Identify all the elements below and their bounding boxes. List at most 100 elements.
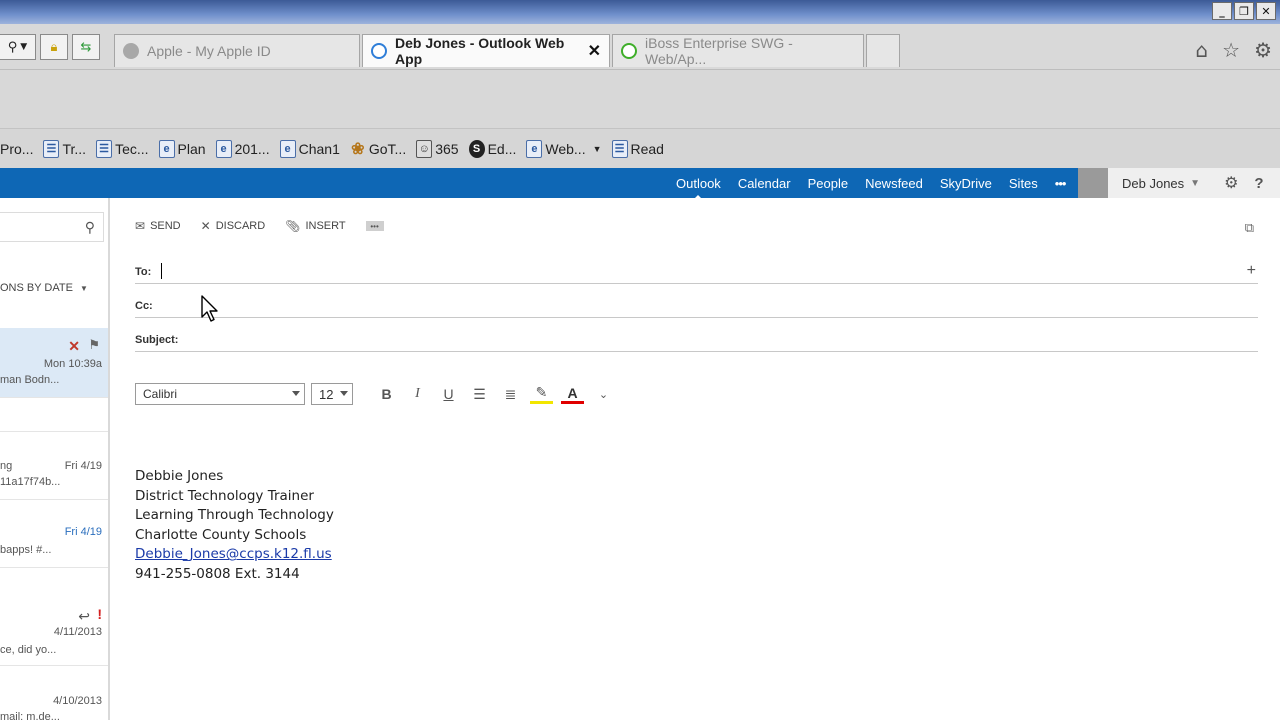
message-preview: ce, did yo...	[0, 644, 57, 656]
list-item[interactable]: ✕ ⚑ Mon 10:39a man Bodn...	[0, 328, 108, 398]
sort-dropdown[interactable]: ONS BY DATE ▼	[0, 282, 88, 294]
new-tab-button[interactable]	[866, 34, 900, 67]
search-dropdown[interactable]: ⚲ ▼	[0, 34, 36, 60]
send-label: SEND	[150, 220, 181, 232]
toolbar-band	[0, 70, 1280, 128]
list-item[interactable]: Fri 4/19 bapps! #...	[0, 500, 108, 568]
favorite-item[interactable]: ☰ Tr...	[43, 139, 86, 158]
nav-people[interactable]: People	[808, 176, 848, 191]
message-date: Fri 4/19	[64, 460, 102, 472]
home-icon[interactable]: ⌂	[1195, 38, 1208, 62]
nav-newsfeed[interactable]: Newsfeed	[865, 176, 923, 191]
lock-icon: 🔒︎	[50, 39, 58, 55]
signature-block[interactable]: Debbie Jones District Technology Trainer…	[135, 467, 334, 585]
help-icon[interactable]: ?	[1254, 175, 1263, 192]
tab-label: Deb Jones - Outlook Web App	[395, 35, 565, 67]
favorites-star-icon[interactable]: ☆	[1222, 38, 1240, 62]
signature-email-link[interactable]: Debbie_Jones@ccps.k12.fl.us	[135, 546, 332, 562]
security-lock-button[interactable]: 🔒︎	[40, 34, 68, 60]
underline-icon[interactable]: U	[437, 386, 460, 402]
font-size-select[interactable]: 12	[311, 383, 353, 405]
send-button[interactable]: ✉ SEND	[135, 219, 181, 233]
nav-sites[interactable]: Sites	[1009, 176, 1038, 191]
add-recipient-icon[interactable]: +	[1247, 262, 1256, 280]
subject-field[interactable]: Subject:	[135, 328, 1258, 352]
favorite-item[interactable]: e Plan	[158, 139, 206, 158]
favorite-item[interactable]: e Chan1	[279, 139, 340, 158]
minimize-button[interactable]: _	[1212, 2, 1232, 20]
to-label: To:	[135, 266, 152, 278]
more-apps-icon[interactable]: •••	[1055, 176, 1067, 191]
bullet-list-icon[interactable]: ☰	[468, 386, 491, 403]
user-menu[interactable]: Deb Jones ▼ ⚙ ?	[1078, 168, 1280, 198]
message-date: Fri 4/19	[64, 526, 102, 538]
chevron-down-icon: ▼	[20, 42, 28, 52]
favorite-label: 201...	[234, 140, 270, 157]
flower-icon: ❀	[351, 140, 365, 158]
favorite-label: Ed...	[487, 140, 517, 157]
font-color-icon[interactable]: A	[561, 385, 584, 404]
italic-icon[interactable]: I	[406, 386, 429, 402]
favorite-item[interactable]: Pro...	[0, 141, 33, 157]
nav-outlook[interactable]: Outlook	[676, 176, 721, 200]
more-options-icon[interactable]: •••	[365, 221, 384, 231]
favorite-item[interactable]: ❀ GoT...	[350, 140, 406, 158]
message-preview: man Bodn...	[0, 374, 60, 386]
ie-icon: e	[158, 139, 175, 158]
highlight-icon[interactable]: ✎	[530, 384, 553, 404]
close-window-button[interactable]: ✕	[1256, 2, 1276, 20]
message-list-pane: ⚲ ONS BY DATE ▼ ✕ ⚑ Mon 10:39a man Bodn.…	[0, 198, 110, 720]
favorite-item[interactable]: e 201...	[215, 139, 270, 158]
ie-icon	[371, 43, 387, 59]
numbered-list-icon[interactable]: ≣	[499, 386, 522, 403]
search-icon[interactable]: ⚲	[85, 219, 95, 236]
list-item[interactable]	[0, 398, 108, 432]
window-titlebar: _ ❐ ✕	[0, 0, 1280, 24]
expand-toolbar-icon[interactable]: ⌄	[592, 388, 615, 401]
font-select[interactable]: Calibri	[135, 383, 305, 405]
signature-title: District Technology Trainer	[135, 487, 314, 504]
list-item[interactable]: ↩ ! 4/11/2013 ce, did yo...	[0, 568, 108, 666]
favorite-item[interactable]: e Web... ▼	[526, 139, 602, 158]
message-sender: ng	[0, 460, 13, 472]
settings-gear-icon[interactable]: ⚙	[1224, 173, 1238, 193]
ie-icon: e	[526, 139, 543, 158]
browser-tab-row: ⚲ ▼ 🔒︎ ⇆ Apple - My Apple ID Deb Jones - …	[0, 24, 1280, 70]
owa-navbar: Outlook Calendar People Newsfeed SkyDriv…	[0, 168, 1280, 200]
tools-gear-icon[interactable]: ⚙	[1254, 38, 1272, 62]
address-controls: ⚲ ▼ 🔒︎ ⇆	[0, 34, 100, 60]
close-tab-icon[interactable]: ✕	[588, 41, 601, 61]
flag-icon[interactable]: ⚑	[88, 337, 100, 353]
tab-outlook[interactable]: Deb Jones - Outlook Web App ✕	[362, 34, 610, 67]
to-field[interactable]: To: +	[135, 260, 1258, 284]
restore-button[interactable]: ❐	[1234, 2, 1254, 20]
refresh-button[interactable]: ⇆	[72, 34, 100, 60]
favorite-item[interactable]: S Ed...	[468, 139, 517, 158]
popout-icon[interactable]: ⧉	[1245, 220, 1254, 236]
cc-field[interactable]: Cc:	[135, 294, 1258, 318]
nav-skydrive[interactable]: SkyDrive	[940, 176, 992, 191]
delete-icon[interactable]: ✕	[68, 338, 80, 355]
favorite-item[interactable]: ☺ 365	[416, 139, 459, 158]
search-input[interactable]: ⚲	[0, 212, 104, 242]
favorite-item[interactable]: ☰ Tec...	[96, 139, 149, 158]
discard-button[interactable]: ✕ DISCARD	[201, 219, 266, 233]
message-date: 4/10/2013	[53, 695, 102, 707]
close-icon: ✕	[200, 219, 211, 233]
format-toolbar: Calibri 12 B I U ☰ ≣ ✎ A ⌄	[135, 383, 615, 405]
list-item[interactable]: ng Fri 4/19 11a17f74b...	[0, 432, 108, 500]
bold-icon[interactable]: B	[375, 386, 398, 402]
tab-iboss[interactable]: iBoss Enterprise SWG - Web/Ap...	[612, 34, 864, 67]
page-icon: ☰	[611, 139, 628, 158]
ie-icon: e	[215, 139, 232, 158]
list-item[interactable]: 4/10/2013 mail: m.de...	[0, 666, 108, 720]
message-date: 4/11/2013	[53, 626, 102, 638]
insert-button[interactable]: 📎︎ INSERT	[285, 219, 345, 233]
nav-calendar[interactable]: Calendar	[738, 176, 791, 191]
tab-apple[interactable]: Apple - My Apple ID	[114, 34, 360, 67]
favorite-item[interactable]: ☰ Read	[611, 139, 664, 158]
message-preview: bapps! #...	[0, 544, 52, 556]
signature-name: Debbie Jones	[135, 468, 224, 484]
message-date: Mon 10:39a	[43, 358, 102, 370]
favorite-label: Pro...	[0, 140, 34, 157]
